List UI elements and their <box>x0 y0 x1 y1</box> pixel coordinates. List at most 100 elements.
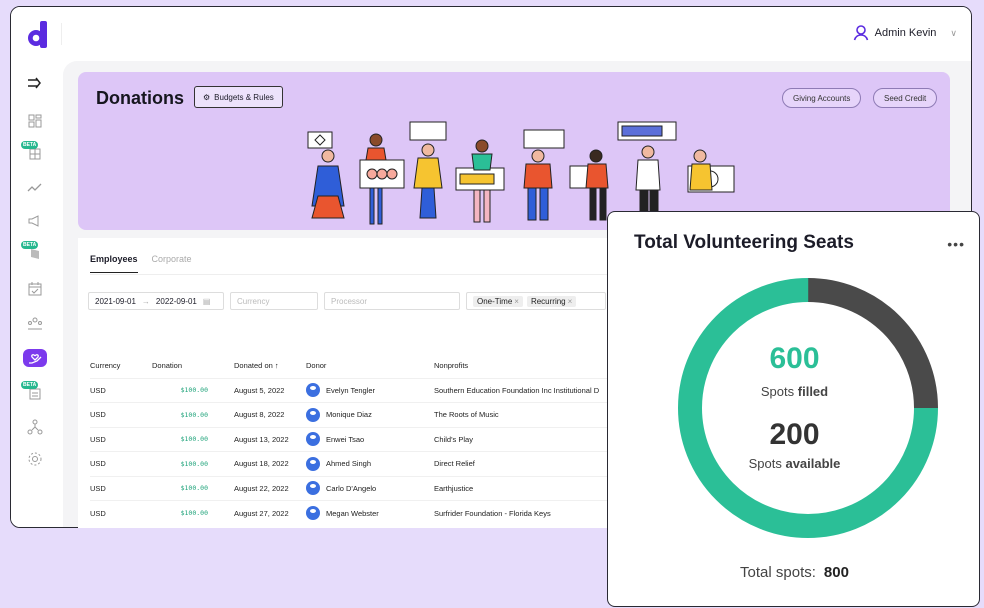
seats-donut-chart <box>678 278 938 538</box>
currency-select[interactable]: Currency <box>230 292 318 310</box>
app-logo[interactable] <box>25 21 51 49</box>
gear-icon: ⚙ <box>203 92 211 102</box>
table-row[interactable]: USD $100.00 August 27, 2022 Megan Webste… <box>90 500 610 525</box>
column-currency[interactable]: Currency <box>90 354 152 378</box>
column-donor[interactable]: Donor <box>306 354 434 378</box>
column-donated-on[interactable]: Donated on ↑ <box>234 354 306 378</box>
close-icon[interactable]: × <box>568 297 573 306</box>
cell-currency: USD <box>90 451 152 476</box>
chip-one-time[interactable]: One-Time × <box>473 295 523 307</box>
megaphone-icon[interactable] <box>25 211 45 231</box>
cell-nonprofit: Child's Play <box>434 426 610 452</box>
nonprofit-name: Child's Play <box>434 434 473 444</box>
date-range-picker[interactable]: 2021-09-01 → 2022-09-01 ▤ <box>88 292 224 310</box>
beta-badge: BETA <box>21 141 39 149</box>
cell-date: August 22, 2022 <box>234 475 306 501</box>
table-row[interactable]: USD $100.00 August 8, 2022 Monique Diaz … <box>90 402 610 427</box>
settings-gear-icon[interactable] <box>25 449 45 469</box>
donor-name: Megan Webster <box>326 508 379 518</box>
user-menu[interactable]: Admin Kevin ∨ <box>853 25 957 41</box>
donor-name: Enwei Tsao <box>326 434 365 444</box>
total-spots-label: Total spots: <box>740 564 816 581</box>
user-name: Admin Kevin <box>874 27 937 39</box>
seed-credit-button[interactable]: Seed Credit <box>873 88 938 108</box>
team-icon[interactable] <box>25 313 45 333</box>
analytics-icon[interactable] <box>25 177 45 197</box>
close-icon[interactable]: × <box>514 297 519 306</box>
chip-one-time-label: One-Time <box>477 296 513 306</box>
donor-info: Enwei Tsao <box>306 432 434 447</box>
more-options-icon[interactable]: ••• <box>947 236 965 252</box>
cell-donation: $100.00 <box>152 426 234 452</box>
column-donation[interactable]: Donation <box>152 354 234 378</box>
calendar-icon: ▤ <box>202 296 211 306</box>
avatar <box>306 407 320 422</box>
calendar-icon[interactable] <box>25 279 45 299</box>
available-label: Spots available <box>608 456 981 471</box>
cell-currency: USD <box>90 402 152 427</box>
beta-document-icon[interactable]: BETA <box>21 381 45 403</box>
cell-currency: USD <box>90 426 152 452</box>
beta-grid-icon[interactable]: BETA <box>21 141 45 163</box>
donor-name: Monique Diaz <box>326 410 372 420</box>
date-to: 2022-09-01 <box>155 296 197 306</box>
donation-type-select[interactable]: One-Time × Recurring × <box>466 292 606 310</box>
sort-arrow-icon[interactable]: ↑ <box>275 361 279 370</box>
total-spots: Total spots: 800 <box>608 564 981 581</box>
tab-employees[interactable]: Employees <box>90 254 138 273</box>
donations-banner: Donations ⚙ Budgets & Rules Giving Accou… <box>78 72 950 230</box>
donor-info: Megan Webster <box>306 506 434 520</box>
nonprofit-name: Surfrider Foundation - Florida Keys <box>434 508 551 518</box>
cell-date: August 8, 2022 <box>234 402 306 427</box>
filled-label: Spots filled <box>608 384 981 399</box>
filled-label-prefix: Spots <box>760 384 795 399</box>
donor-name: Carlo D'Angelo <box>326 483 377 493</box>
expand-menu-icon[interactable] <box>25 73 45 93</box>
table-row[interactable]: USD $100.00 August 5, 2022 Evelyn Tengle… <box>90 377 610 403</box>
available-label-prefix: Spots <box>748 456 782 471</box>
chip-recurring[interactable]: Recurring × <box>526 295 577 307</box>
donations-table: Currency Donation Donated on ↑ Donor Non… <box>90 354 610 525</box>
cell-donor: Enwei Tsao <box>306 426 434 452</box>
cell-donor: Evelyn Tengler <box>306 377 434 403</box>
processor-select[interactable]: Processor <box>324 292 460 310</box>
cell-nonprofit: Earthjustice <box>434 475 610 501</box>
beta-tag-icon[interactable]: BETA <box>21 241 45 263</box>
cell-currency: USD <box>90 500 152 525</box>
avatar <box>306 456 320 471</box>
cell-donation: $100.00 <box>152 475 234 501</box>
cell-donation: $100.00 <box>152 377 234 403</box>
total-spots-value: 800 <box>823 564 849 581</box>
table-row[interactable]: USD $100.00 August 13, 2022 Enwei Tsao C… <box>90 426 610 452</box>
sidebar: BETA BETA BETA <box>11 59 59 527</box>
top-bar: Admin Kevin ∨ <box>11 7 971 59</box>
avatar <box>306 481 320 496</box>
avatar <box>306 383 320 398</box>
cell-currency: USD <box>90 475 152 501</box>
table-row[interactable]: USD $100.00 August 18, 2022 Ahmed Singh … <box>90 451 610 476</box>
topbar-divider <box>61 23 62 45</box>
date-from: 2021-09-01 <box>95 296 136 306</box>
cell-date: August 18, 2022 <box>234 451 306 476</box>
cell-donor: Monique Diaz <box>306 402 434 427</box>
column-nonprofits[interactable]: Nonprofits <box>434 354 610 378</box>
donor-name: Ahmed Singh <box>326 459 372 469</box>
table-row[interactable]: USD $100.00 August 22, 2022 Carlo D'Ange… <box>90 475 610 501</box>
chevron-down-icon: ∨ <box>950 27 957 38</box>
giving-accounts-button[interactable]: Giving Accounts <box>782 88 862 108</box>
page-title: Donations <box>96 88 184 108</box>
tab-corporate[interactable]: Corporate <box>152 254 192 273</box>
date-arrow-icon: → <box>141 296 150 306</box>
card-title: Total Volunteering Seats <box>634 232 854 253</box>
user-icon <box>853 25 868 41</box>
integrations-icon[interactable] <box>25 417 45 437</box>
cell-nonprofit: The Roots of Music <box>434 402 610 427</box>
budgets-rules-button[interactable]: ⚙ Budgets & Rules <box>194 86 283 108</box>
filled-label-bold: filled <box>797 384 829 399</box>
filter-bar: 2021-09-01 → 2022-09-01 ▤ Currency Proce… <box>88 292 606 310</box>
donations-icon[interactable] <box>23 349 47 367</box>
cell-currency: USD <box>90 377 152 403</box>
dashboard-icon[interactable] <box>25 111 45 131</box>
donation-tabs: Employees Corporate <box>90 254 192 273</box>
donor-info: Ahmed Singh <box>306 456 434 471</box>
